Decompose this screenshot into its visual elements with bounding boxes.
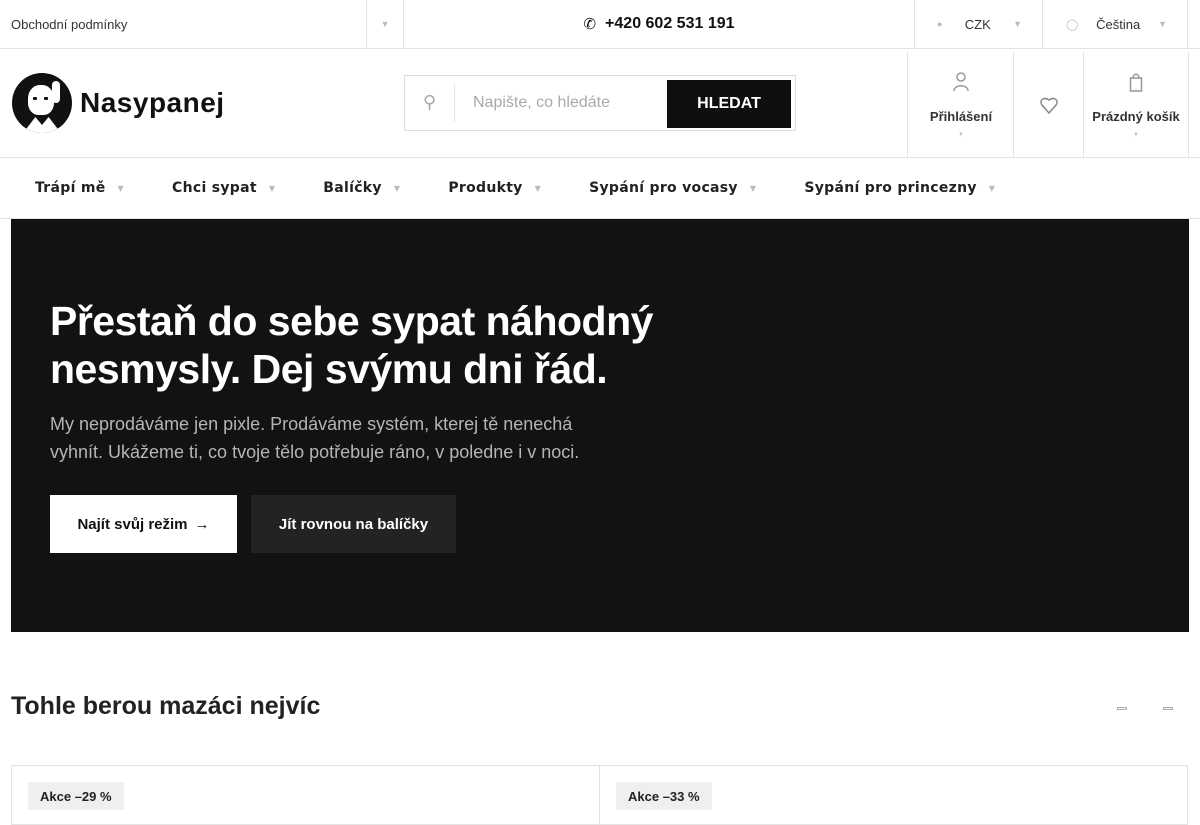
hero-title-line: Přestaň do sebe sypat náhodný <box>50 298 653 344</box>
nav-item-label: Produkty <box>448 180 523 196</box>
sale-badge: Akce –33 % <box>616 782 712 810</box>
currency-label: CZK <box>964 16 991 32</box>
go-to-packages-button[interactable]: Jít rovnou na balíčky <box>251 495 456 553</box>
logo[interactable]: Nasypanej <box>12 73 225 133</box>
search-icon: ⚲ <box>405 84 455 122</box>
hero-subtitle-line: My neprodáváme jen pixle. Prodáváme syst… <box>50 414 573 434</box>
chevron-down-icon: ▼ <box>1158 19 1167 29</box>
phone-icon: ✆ <box>583 15 597 33</box>
terms-link[interactable]: Obchodní podmínky <box>11 17 127 32</box>
find-regime-button[interactable]: Najít svůj režim → <box>50 495 237 553</box>
hero-title: Přestaň do sebe sypat náhodný nesmysly. … <box>50 297 730 393</box>
nav-item-sypani-pro-vocasy[interactable]: Sypání pro vocasy ▼ <box>589 180 756 196</box>
site-header: Nasypanej ⚲ HLEDAT Přihlášení ▼ Prázdný … <box>0 49 1200 158</box>
nav-item-label: Sypání pro vocasy <box>589 180 738 196</box>
find-regime-label: Najít svůj režim <box>77 515 188 533</box>
arrow-right-icon: → <box>194 515 210 533</box>
nav-item-chci-sypat[interactable]: Chci sypat ▼ <box>172 180 275 196</box>
heart-icon <box>1040 97 1058 114</box>
chevron-down-icon: ▼ <box>268 183 276 193</box>
chevron-down-icon: ▼ <box>380 19 390 29</box>
nav-item-trapi-me[interactable]: Trápí mě ▼ <box>35 180 124 196</box>
cart-label: Prázdný košík <box>1092 109 1180 124</box>
currency-selector[interactable]: ● CZK ▼ <box>915 0 1043 48</box>
terms-cell: Obchodní podmínky <box>0 0 367 48</box>
nav-item-label: Chci sypat <box>172 180 257 196</box>
language-label: Čeština <box>1096 16 1141 32</box>
logo-text: Nasypanej <box>80 87 225 118</box>
chevron-down-icon: ▼ <box>534 183 542 193</box>
nav-item-label: Balíčky <box>323 180 382 196</box>
login-button[interactable]: Přihlášení ▼ <box>907 52 1014 157</box>
logo-mark <box>12 73 72 133</box>
hero-subtitle: My neprodáváme jen pixle. Prodáváme syst… <box>50 410 610 466</box>
currency-icon: ● <box>937 19 943 29</box>
phone-cell: ✆ +420 602 531 191 <box>404 0 915 48</box>
nav-item-label: Sypání pro princezny <box>804 180 977 196</box>
user-icon <box>953 72 969 92</box>
main-navigation: Trápí mě ▼ Chci sypat ▼ Balíčky ▼ Produk… <box>0 158 1200 219</box>
top-bar: Obchodní podmínky ▼ ✆ +420 602 531 191 ●… <box>0 0 1200 49</box>
chevron-down-icon: ▼ <box>393 183 401 193</box>
arrow-left-icon <box>1117 706 1127 710</box>
product-card[interactable]: Akce –33 % <box>599 765 1188 825</box>
chevron-down-icon: ▼ <box>958 132 964 138</box>
globe-icon: ◯ <box>1066 18 1079 31</box>
sale-badge: Akce –29 % <box>28 782 124 810</box>
carousel-next-button[interactable] <box>1162 702 1174 714</box>
hero-subtitle-line: vyhnít. Ukážeme ti, co tvoje tělo potřeb… <box>50 442 580 462</box>
nav-item-balicky[interactable]: Balíčky ▼ <box>323 180 400 196</box>
hero-banner: Přestaň do sebe sypat náhodný nesmysly. … <box>11 219 1189 632</box>
chevron-down-icon: ▼ <box>988 183 996 193</box>
terms-dropdown-toggle[interactable]: ▼ <box>367 0 404 48</box>
search-bar: ⚲ HLEDAT <box>404 75 796 131</box>
nav-item-label: Trápí mě <box>35 180 106 196</box>
chevron-down-icon: ▼ <box>117 183 124 193</box>
hero-title-line: nesmysly. Dej svýmu dni řád. <box>50 346 608 392</box>
search-button[interactable]: HLEDAT <box>667 80 791 128</box>
chevron-down-icon: ▼ <box>1133 132 1139 138</box>
cart-button[interactable]: Prázdný košík ▼ <box>1083 52 1189 157</box>
cart-icon <box>1129 73 1143 92</box>
wishlist-button[interactable] <box>1013 52 1084 157</box>
login-label: Přihlášení <box>929 109 993 124</box>
nav-item-sypani-pro-princezny[interactable]: Sypání pro princezny ▼ <box>804 180 995 196</box>
search-input[interactable] <box>455 83 667 123</box>
phone-number[interactable]: +420 602 531 191 <box>605 15 734 33</box>
nav-item-produkty[interactable]: Produkty ▼ <box>448 180 541 196</box>
product-card[interactable]: Akce –29 % <box>11 765 600 825</box>
carousel-prev-button[interactable] <box>1116 702 1128 714</box>
chevron-down-icon: ▼ <box>1013 19 1022 29</box>
language-selector[interactable]: ◯ Čeština ▼ <box>1043 0 1188 48</box>
section-title: Tohle berou mazáci nejvíc <box>11 692 321 720</box>
chevron-down-icon: ▼ <box>749 183 757 193</box>
arrow-right-icon <box>1163 706 1173 710</box>
